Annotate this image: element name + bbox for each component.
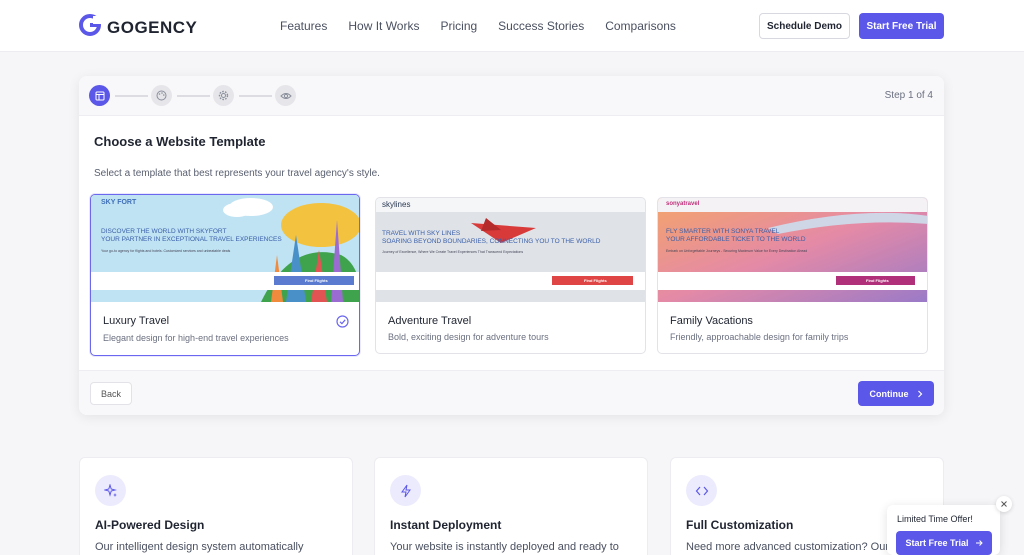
template-card-luxury-travel[interactable]: SKY FORT DISCOVER THE WORLD WITH SKYFORT… xyxy=(90,194,360,356)
nav-link-pricing[interactable]: Pricing xyxy=(440,19,477,33)
limited-offer-popup: Limited Time Offer! Start Free Trial xyxy=(887,505,1000,555)
schedule-demo-button[interactable]: Schedule Demo xyxy=(759,13,850,39)
feature-title: Full Customization xyxy=(686,518,794,532)
template-description: Friendly, approachable design for family… xyxy=(670,332,849,342)
back-button[interactable]: Back xyxy=(90,382,132,405)
nav-links: Features How It Works Pricing Success St… xyxy=(280,19,676,33)
nav-link-features[interactable]: Features xyxy=(280,19,327,33)
template-name: Luxury Travel xyxy=(103,315,170,327)
preview-logo: sonyatravel xyxy=(666,201,700,207)
promo-text: Limited Time Offer! xyxy=(897,514,973,524)
step-counter: Step 1 of 4 xyxy=(884,90,933,101)
promo-button-label: Start Free Trial xyxy=(905,538,969,548)
template-card-adventure-travel[interactable]: skylines TRAVEL WITH SKY LINES SOARING B… xyxy=(375,197,646,354)
preview-cta: Find Flights xyxy=(866,278,889,283)
preview-headline: TRAVEL WITH SKY LINES xyxy=(382,230,461,237)
template-description: Elegant design for high-end travel exper… xyxy=(103,333,289,343)
template-name: Adventure Travel xyxy=(388,315,472,327)
template-wizard: Step 1 of 4 Choose a Website Template Se… xyxy=(79,76,944,415)
lightning-icon xyxy=(390,475,421,506)
wizard-subtitle: Select a template that best represents y… xyxy=(94,168,380,179)
start-free-trial-button[interactable]: Start Free Trial xyxy=(859,13,944,39)
preview-tagline: Journey of Excellence, Where We Create T… xyxy=(382,250,524,254)
step-4-preview[interactable] xyxy=(275,85,296,106)
template-preview-adventure: skylines TRAVEL WITH SKY LINES SOARING B… xyxy=(376,198,645,302)
template-description: Bold, exciting design for adventure tour… xyxy=(388,332,549,342)
code-icon xyxy=(686,475,717,506)
wizard-footer: Back Continue xyxy=(79,370,944,415)
step-1-template[interactable] xyxy=(89,85,110,106)
chevron-right-icon xyxy=(917,390,922,397)
preview-cta: Find Flights xyxy=(584,278,607,283)
preview-headline-2: YOUR PARTNER IN EXCEPTIONAL TRAVEL EXPER… xyxy=(101,236,282,243)
preview-logo: SKY FORT xyxy=(101,199,137,206)
gogency-logo-icon xyxy=(79,14,101,41)
preview-tagline: Embark on Unforgettable Journeys - Secur… xyxy=(666,249,808,253)
template-preview-luxury: SKY FORT DISCOVER THE WORLD WITH SKYFORT… xyxy=(91,195,359,302)
feature-description: Our intelligent design system automatica… xyxy=(95,541,304,553)
brand-name: GOGENCY xyxy=(107,17,198,37)
preview-headline: FLY SMARTER WITH SONYA TRAVEL xyxy=(666,228,780,235)
feature-card-instant-deployment: Instant Deployment Your website is insta… xyxy=(374,457,648,555)
step-3-settings[interactable] xyxy=(213,85,234,106)
feature-description: Your website is instantly deployed and r… xyxy=(390,541,619,553)
step-connector xyxy=(177,95,210,97)
template-name: Family Vacations xyxy=(670,315,753,327)
nav-link-comparisons[interactable]: Comparisons xyxy=(605,19,676,33)
feature-card-ai-design: AI-Powered Design Our intelligent design… xyxy=(79,457,353,555)
preview-cta: Find Flights xyxy=(305,278,328,283)
brand-logo[interactable]: GOGENCY xyxy=(79,14,197,41)
wizard-steps-bar: Step 1 of 4 xyxy=(79,76,944,116)
preview-headline-2: SOARING BEYOND BOUNDARIES, CONNECTING YO… xyxy=(382,238,601,245)
wizard-title: Choose a Website Template xyxy=(94,134,266,149)
palette-icon xyxy=(156,90,167,101)
sparkles-icon xyxy=(95,475,126,506)
feature-title: Instant Deployment xyxy=(390,518,502,532)
continue-button[interactable]: Continue xyxy=(858,381,934,406)
preview-headline-2: YOUR AFFORDABLE TICKET TO THE WORLD xyxy=(666,236,806,243)
nav-link-success-stories[interactable]: Success Stories xyxy=(498,19,584,33)
step-connector xyxy=(239,95,272,97)
promo-start-trial-button[interactable]: Start Free Trial xyxy=(896,531,992,555)
template-card-family-vacations[interactable]: sonyatravel FLY SMARTER WITH SONYA TRAVE… xyxy=(657,197,928,354)
gear-icon xyxy=(218,90,229,101)
layout-icon xyxy=(95,91,104,100)
step-2-style[interactable] xyxy=(151,85,172,106)
eye-icon xyxy=(279,92,292,99)
feature-title: AI-Powered Design xyxy=(95,518,205,532)
nav-link-how-it-works[interactable]: How It Works xyxy=(348,19,419,33)
preview-tagline: Your go-to agency for flights and hotels… xyxy=(101,249,231,253)
top-navbar: GOGENCY Features How It Works Pricing Su… xyxy=(0,0,1024,52)
preview-headline: DISCOVER THE WORLD WITH SKYFORT xyxy=(101,228,227,235)
preview-logo: skylines xyxy=(382,200,411,209)
step-connector xyxy=(115,95,148,97)
template-preview-family: sonyatravel FLY SMARTER WITH SONYA TRAVE… xyxy=(658,198,927,302)
arrow-right-icon xyxy=(975,540,983,546)
continue-label: Continue xyxy=(869,388,909,399)
close-icon[interactable] xyxy=(996,496,1012,512)
selected-check-icon xyxy=(336,315,349,333)
